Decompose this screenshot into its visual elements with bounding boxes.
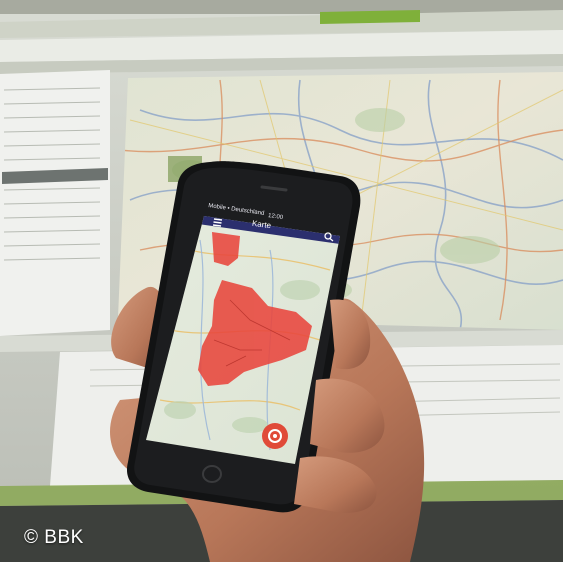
photo: Mobile • Deutschland 12:00 Karte © BBK (0, 0, 563, 562)
scene-illustration (0, 0, 563, 562)
copyright-credit: © BBK (24, 527, 84, 548)
location-button[interactable] (262, 423, 288, 449)
monitor-green-tab (320, 10, 420, 24)
